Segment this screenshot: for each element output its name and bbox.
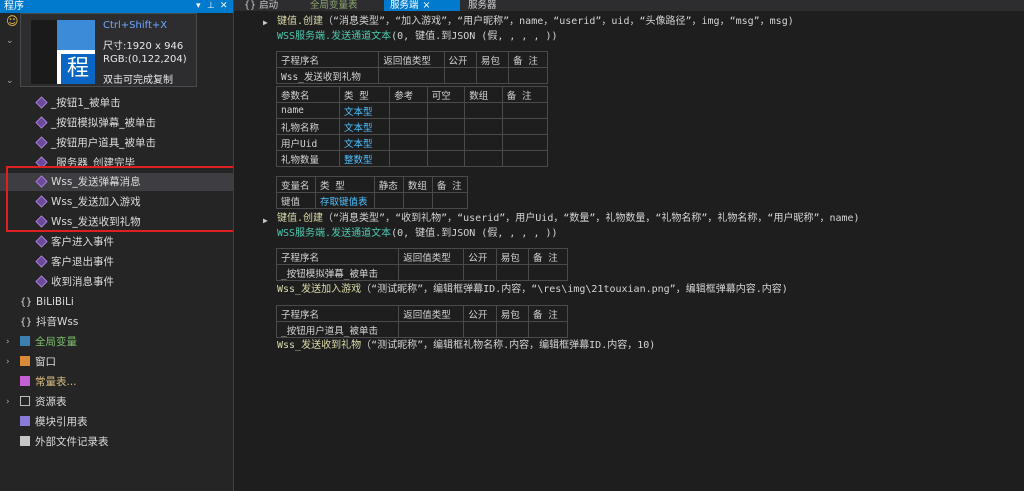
pin-icon[interactable]: ⊥ xyxy=(207,0,215,13)
tree-item-globals[interactable]: › 全局变量 xyxy=(0,333,233,351)
subroutine-table: 子程序名 返回值类型 公开 易包备 注 Wss_发送收到礼物 xyxy=(275,51,548,84)
subroutine-icon xyxy=(35,96,48,109)
code-line: Wss_发送加入游戏（“测试昵称”，编辑框弹幕ID.内容，“\res\img\2… xyxy=(277,284,788,295)
subroutine-table: 子程序名 返回值类型 公开 易包备 注 _按钮用户道具_被单击 xyxy=(275,305,568,338)
close-tab-icon[interactable]: × xyxy=(423,0,431,11)
tree-item[interactable]: 客户退出事件 xyxy=(0,253,233,271)
code-editor[interactable]: ▶ 键值.创建（“消息类型”，“加入游戏”，“用户昵称”，name，“useri… xyxy=(234,11,1024,491)
tree-item[interactable]: _按钮1_被单击 xyxy=(0,94,233,112)
tree-item[interactable]: Wss_发送收到礼物 xyxy=(0,213,233,231)
tree-item-constants[interactable]: 常量表... xyxy=(0,373,233,391)
close-icon[interactable]: ✕ xyxy=(220,0,228,13)
code-line: 键值.创建（“消息类型”，“收到礼物”，“userid”，用户Uid，“数量”，… xyxy=(277,213,860,224)
tree-item[interactable]: _按钮用户道具_被单击 xyxy=(0,134,233,152)
code-line: 键值.创建（“消息类型”，“加入游戏”，“用户昵称”，name，“userid”… xyxy=(277,16,794,27)
globals-icon xyxy=(20,336,30,346)
subroutine-icon xyxy=(35,255,48,268)
code-line: Wss_发送收到礼物（“测试昵称”，编辑框礼物名称.内容，编辑框弹幕ID.内容，… xyxy=(277,340,656,351)
tooltip-hotkey: Ctrl+Shift+X xyxy=(103,20,168,31)
braces-icon: {} xyxy=(244,0,257,11)
tree-item-window[interactable]: › 窗口 xyxy=(0,353,233,371)
line-marker-icon: ▶ xyxy=(263,216,268,225)
subroutine-icon xyxy=(35,136,48,149)
line-marker-icon: ▶ xyxy=(263,18,268,27)
color-picker-tooltip: 程 Ctrl+Shift+X 尺寸:1920 x 946 RGB:(0,122,… xyxy=(20,13,197,87)
tree-item[interactable]: _服务器_创建完毕 xyxy=(0,154,233,166)
editor-tab-bar: {} 启动 全局变量表 服务端 × 服务器 xyxy=(234,0,1024,11)
module-icon xyxy=(20,416,30,426)
variables-table: 变量名类 型静态 数组备 注 键值 存取键值表 xyxy=(276,176,469,209)
tooltip-rgb: RGB:(0,122,204) xyxy=(103,54,187,65)
subroutine-icon xyxy=(35,195,48,208)
expand-arrow-icon[interactable]: › xyxy=(6,333,10,351)
code-line: WSS服务端.发送通道文本(0, 键值.到JSON (假, , , , )) xyxy=(277,31,558,42)
magnifier-thumbnail: 程 xyxy=(31,20,95,84)
subroutine-table: 子程序名 返回值类型 公开 易包备 注 _按钮模拟弹幕_被单击 xyxy=(275,248,568,281)
tree-item[interactable]: 收到消息事件 xyxy=(0,273,233,291)
expand-arrow-icon[interactable]: › xyxy=(6,353,10,371)
tree-item-module[interactable]: {} BiLiBiLi xyxy=(0,293,233,311)
expand-arrow-icon[interactable]: ⌄ xyxy=(6,76,14,86)
expand-arrow-icon[interactable]: › xyxy=(6,393,10,411)
tab-globals[interactable]: 全局变量表 xyxy=(304,0,384,11)
tab-startup[interactable]: {} 启动 xyxy=(238,0,300,11)
tree-item-module[interactable]: {} 抖音Wss xyxy=(0,313,233,331)
tree-item-selected[interactable]: Wss_发送弹幕消息 xyxy=(0,173,233,191)
tree-item[interactable]: _按钮模拟弹幕_被单击 xyxy=(0,114,233,132)
subroutine-icon xyxy=(35,275,48,288)
dropdown-icon[interactable]: ▾ xyxy=(196,0,201,13)
tooltip-size: 尺寸:1920 x 946 xyxy=(103,41,184,52)
resources-icon xyxy=(20,396,30,406)
tree-item[interactable]: Wss_发送加入游戏 xyxy=(0,193,233,211)
params-table: 参数名类 型参考 可空 数组备 注 name 文本型 礼物名称 文本型 用户Uid 文本型… xyxy=(276,86,549,167)
subroutine-icon xyxy=(35,116,48,129)
subroutine-icon xyxy=(35,175,48,188)
subroutine-icon xyxy=(35,235,48,248)
window-icon xyxy=(20,356,30,366)
code-line: WSS服务端.发送通道文本(0, 键值.到JSON (假, , , , )) xyxy=(277,228,558,239)
file-icon xyxy=(20,436,30,446)
smiley-icon: ☺ xyxy=(6,14,19,28)
panel-title-bar: 程序 ▾ ⊥ ✕ xyxy=(0,0,233,13)
expand-arrow-icon[interactable]: ⌄ xyxy=(6,36,14,46)
tree-item[interactable]: 客户进入事件 xyxy=(0,233,233,251)
tree-item-resources[interactable]: › 资源表 xyxy=(0,393,233,411)
constants-icon xyxy=(20,376,30,386)
subroutine-icon xyxy=(35,156,48,166)
tree-item-external-files[interactable]: 外部文件记录表 xyxy=(0,433,233,451)
subroutine-icon xyxy=(35,215,48,228)
tab-server-side[interactable]: 服务端 × xyxy=(384,0,460,11)
tab-server[interactable]: 服务器 xyxy=(462,0,532,11)
panel-title: 程序 xyxy=(4,1,24,12)
braces-icon: {} xyxy=(20,317,33,328)
braces-icon: {} xyxy=(20,297,33,308)
tooltip-hint: 双击可完成复制 xyxy=(103,75,173,86)
tree-item-module-refs[interactable]: 模块引用表 xyxy=(0,413,233,431)
